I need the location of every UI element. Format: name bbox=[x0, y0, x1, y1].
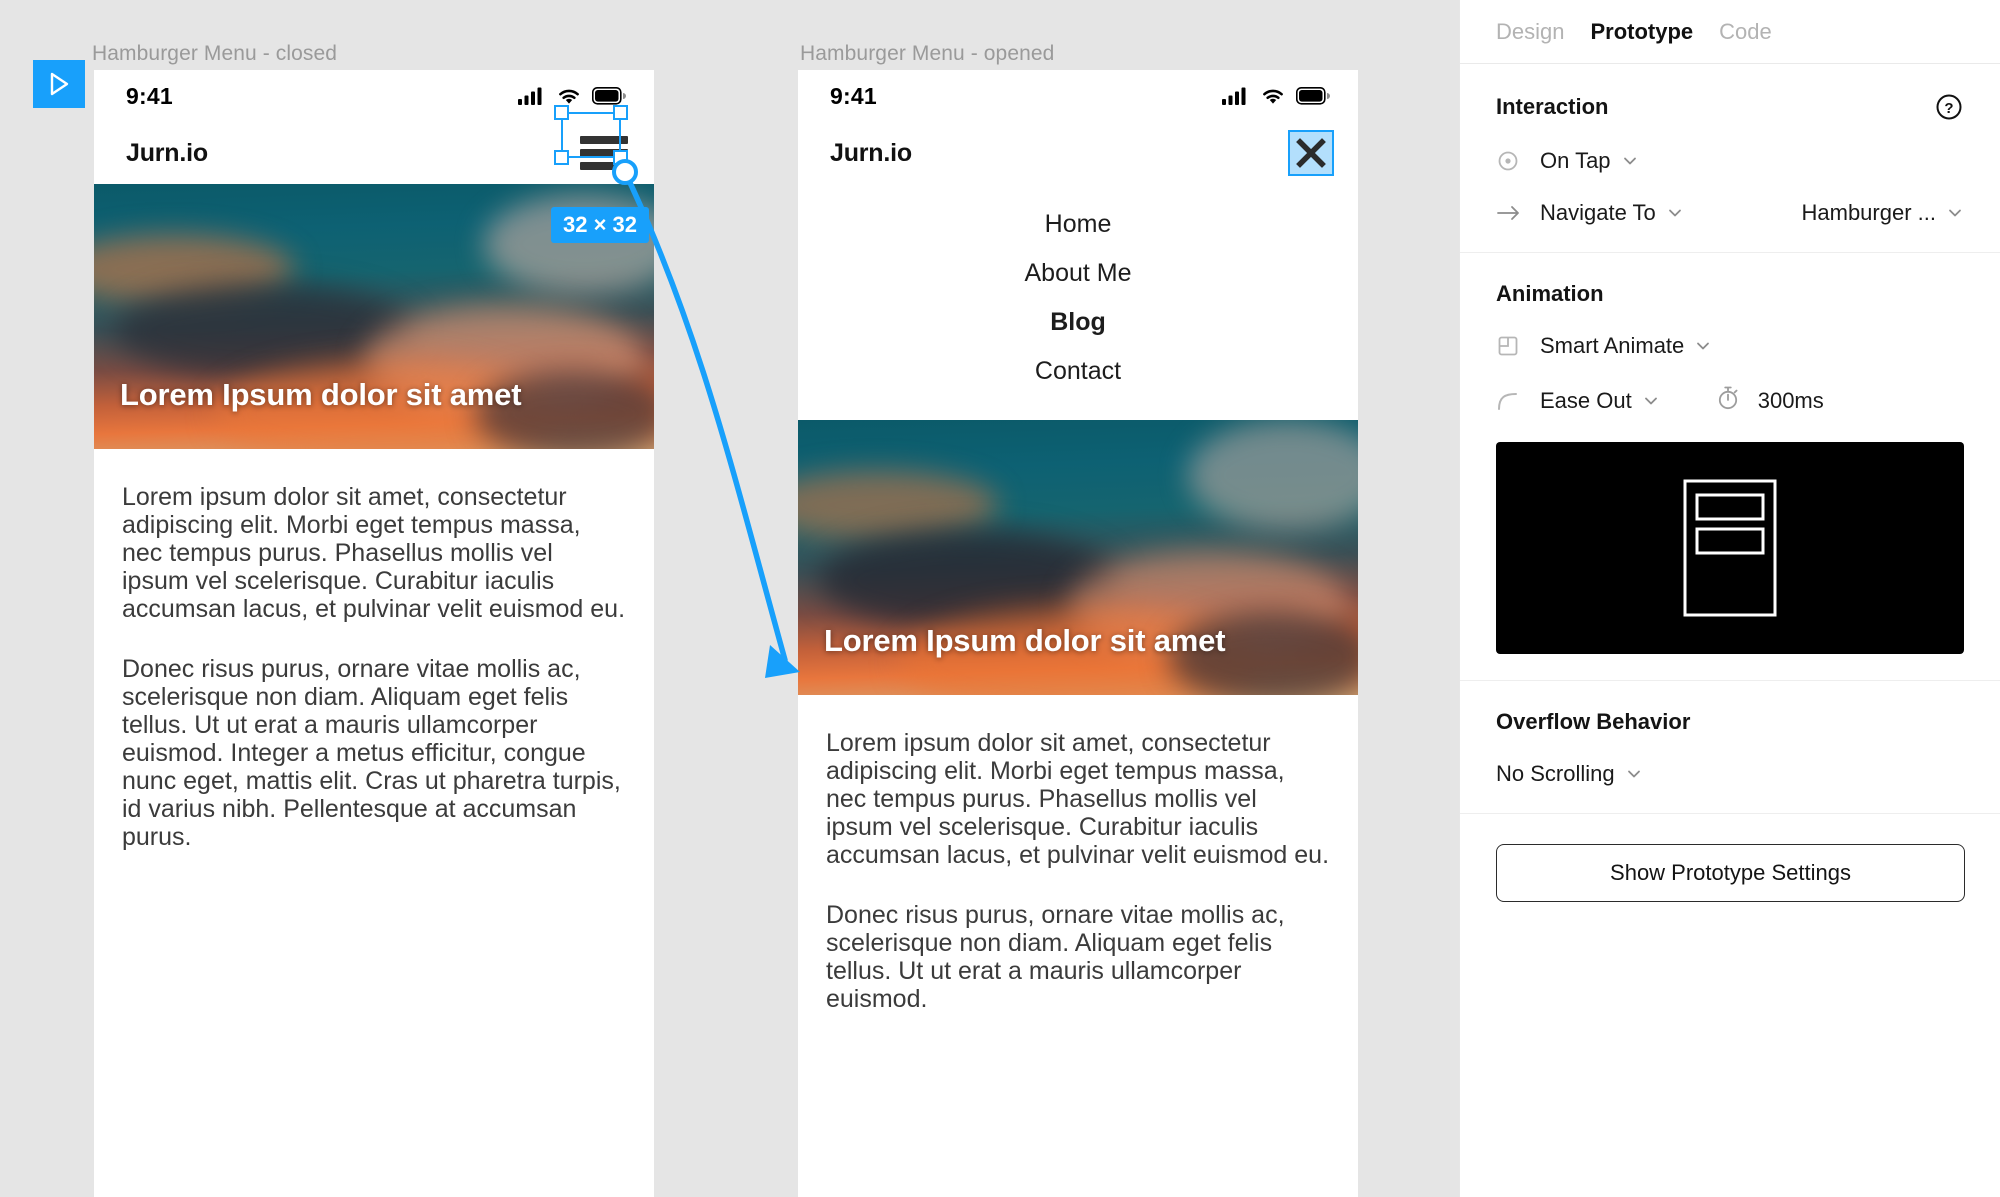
destination-label: Hamburger ... bbox=[1801, 200, 1937, 225]
hamburger-bar bbox=[580, 136, 628, 144]
connection-node-handle[interactable] bbox=[612, 159, 638, 185]
hamburger-frame-preview-icon bbox=[1683, 479, 1777, 617]
nav-menu-list: Home About Me Blog Contact bbox=[798, 184, 1358, 420]
nav-item-contact[interactable]: Contact bbox=[798, 347, 1358, 396]
animation-type-dropdown[interactable]: Smart Animate bbox=[1540, 333, 1712, 359]
overflow-label: No Scrolling bbox=[1496, 761, 1615, 786]
tab-design[interactable]: Design bbox=[1496, 19, 1564, 45]
hamburger-bar bbox=[580, 149, 628, 157]
overflow-header: Overflow Behavior bbox=[1496, 709, 1964, 735]
animation-title: Animation bbox=[1496, 281, 1604, 306]
interaction-header: Interaction ? bbox=[1496, 92, 1964, 122]
hero-image-opened: Lorem Ipsum dolor sit amet bbox=[798, 420, 1358, 695]
animation-section: Animation Smart Animate Ease Out 300ms bbox=[1460, 253, 2000, 681]
hero-title: Lorem Ipsum dolor sit amet bbox=[824, 623, 1226, 658]
destination-dropdown[interactable]: Hamburger ... bbox=[1802, 200, 1965, 226]
paragraph: Donec risus purus, ornare vitae mollis a… bbox=[826, 901, 1285, 1013]
properties-panel: Design Prototype Code Interaction ? On T… bbox=[1459, 0, 2000, 1197]
show-prototype-settings-button[interactable]: Show Prototype Settings bbox=[1496, 844, 1965, 902]
tab-code[interactable]: Code bbox=[1719, 19, 1772, 45]
battery-icon bbox=[592, 87, 626, 105]
status-icons-group bbox=[1222, 86, 1330, 106]
overflow-section: Overflow Behavior No Scrolling bbox=[1460, 681, 2000, 814]
navbar-opened: Jurn.io bbox=[798, 122, 1358, 184]
panel-tabs: Design Prototype Code bbox=[1460, 0, 2000, 64]
target-icon bbox=[1496, 149, 1540, 173]
action-dropdown[interactable]: Navigate To bbox=[1540, 200, 1684, 226]
nav-item-blog[interactable]: Blog bbox=[798, 298, 1358, 347]
x-icon bbox=[1296, 138, 1326, 168]
easing-dropdown[interactable]: Ease Out bbox=[1540, 388, 1660, 414]
interaction-title: Interaction bbox=[1496, 94, 1609, 119]
chevron-down-icon bbox=[1623, 157, 1636, 165]
status-icons-group bbox=[518, 86, 626, 106]
action-label: Navigate To bbox=[1540, 200, 1656, 225]
hero-title: Lorem Ipsum dolor sit amet bbox=[120, 377, 522, 412]
overflow-dropdown[interactable]: No Scrolling bbox=[1496, 761, 1643, 787]
chevron-down-icon bbox=[1644, 397, 1657, 404]
help-circle-icon[interactable]: ? bbox=[1934, 92, 1964, 122]
trigger-row: On Tap bbox=[1496, 148, 1964, 174]
nav-item-home[interactable]: Home bbox=[798, 200, 1358, 249]
chevron-down-icon bbox=[1697, 342, 1710, 350]
body-copy-opened: Lorem ipsum dolor sit amet, consectetur … bbox=[798, 695, 1358, 1013]
trigger-label: On Tap bbox=[1540, 148, 1611, 173]
animation-preview[interactable] bbox=[1496, 442, 1964, 654]
animation-type-label: Smart Animate bbox=[1540, 333, 1685, 358]
present-play-button[interactable] bbox=[33, 60, 85, 108]
close-icon[interactable] bbox=[1288, 130, 1334, 176]
overflow-title: Overflow Behavior bbox=[1496, 709, 1691, 734]
figma-canvas[interactable]: Hamburger Menu - closed 9:41 Jurn.io Lor… bbox=[0, 0, 1459, 1197]
brand-logo[interactable]: Jurn.io bbox=[830, 139, 912, 168]
interaction-section: Interaction ? On Tap Navigate To Hamburg… bbox=[1460, 64, 2000, 253]
cellular-icon bbox=[518, 87, 542, 105]
paragraph: Donec risus purus, ornare vitae mollis a… bbox=[122, 655, 621, 851]
arrow-right-icon bbox=[1496, 203, 1540, 223]
stopwatch-icon bbox=[1716, 385, 1740, 416]
size-badge: 32 × 32 bbox=[551, 207, 650, 243]
chevron-down-icon bbox=[1668, 209, 1681, 217]
overflow-row: No Scrolling bbox=[1496, 761, 1964, 787]
chevron-down-icon bbox=[1627, 770, 1640, 778]
animation-header: Animation bbox=[1496, 281, 1964, 307]
status-time: 9:41 bbox=[126, 82, 173, 109]
action-row: Navigate To Hamburger ... bbox=[1496, 200, 1964, 226]
paragraph: Lorem ipsum dolor sit amet, consectetur … bbox=[122, 483, 626, 623]
cellular-icon bbox=[1222, 87, 1246, 105]
chevron-down-icon bbox=[1949, 209, 1961, 217]
status-time: 9:41 bbox=[830, 82, 877, 109]
play-icon bbox=[50, 72, 69, 96]
wifi-icon bbox=[1263, 89, 1283, 104]
body-copy-closed: Lorem ipsum dolor sit amet, consectetur … bbox=[94, 449, 654, 851]
animation-type-row: Smart Animate bbox=[1496, 333, 1964, 359]
easing-label: Ease Out bbox=[1540, 387, 1632, 413]
trigger-dropdown[interactable]: On Tap bbox=[1540, 148, 1639, 174]
brand-logo[interactable]: Jurn.io bbox=[126, 139, 208, 168]
easing-row: Ease Out 300ms bbox=[1496, 385, 1964, 416]
status-bar: 9:41 bbox=[94, 70, 654, 122]
panel-footer: Show Prototype Settings bbox=[1460, 844, 2000, 902]
duration-value[interactable]: 300ms bbox=[1758, 388, 1824, 414]
frame-label-opened[interactable]: Hamburger Menu - opened bbox=[800, 42, 1054, 66]
frame-label-closed[interactable]: Hamburger Menu - closed bbox=[92, 42, 337, 66]
nav-item-about-me[interactable]: About Me bbox=[798, 249, 1358, 298]
paragraph: Lorem ipsum dolor sit amet, consectetur … bbox=[826, 729, 1330, 869]
svg-text:?: ? bbox=[1944, 100, 1953, 117]
ease-curve-icon bbox=[1496, 390, 1540, 412]
frame-hamburger-opened[interactable]: 9:41 Jurn.io Home About Me Blog Contact … bbox=[798, 70, 1358, 1197]
smart-animate-icon bbox=[1496, 334, 1540, 358]
battery-icon bbox=[1296, 87, 1330, 105]
tab-prototype[interactable]: Prototype bbox=[1590, 19, 1693, 45]
status-bar: 9:41 bbox=[798, 70, 1358, 122]
wifi-icon bbox=[559, 89, 579, 104]
navbar-closed: Jurn.io bbox=[94, 122, 654, 184]
